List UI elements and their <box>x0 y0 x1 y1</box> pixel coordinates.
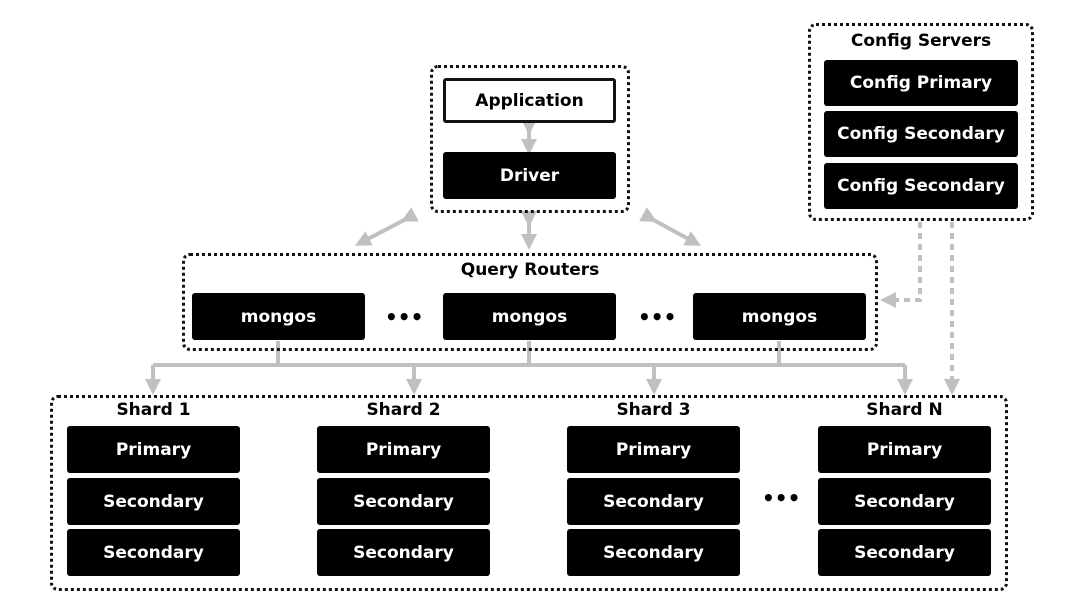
router-ellipsis: ••• <box>385 305 424 329</box>
router-ellipsis: ••• <box>638 305 677 329</box>
shard-ellipsis: ••• <box>762 486 801 510</box>
application-node: Application <box>443 78 616 123</box>
shard-title: Shard 3 <box>616 400 691 420</box>
driver-router-left-arrow <box>354 207 419 246</box>
shard-secondary-node: Secondary <box>67 478 240 525</box>
shard-secondary-node: Secondary <box>567 529 740 576</box>
shard-secondary-node: Secondary <box>317 478 490 525</box>
shard-title: Shard N <box>866 400 943 420</box>
config-secondary-node: Config Secondary <box>824 111 1018 157</box>
mongos-node: mongos <box>443 293 616 340</box>
shard-primary-node: Primary <box>567 426 740 473</box>
config-secondary-node: Config Secondary <box>824 163 1018 209</box>
shard-title: Shard 1 <box>116 400 191 420</box>
sharded-cluster-diagram: Application Driver Config Servers Config… <box>0 0 1080 593</box>
shard-primary-node: Primary <box>317 426 490 473</box>
shard-secondary-node: Secondary <box>818 529 991 576</box>
shard-title: Shard 2 <box>366 400 441 420</box>
driver-node: Driver <box>443 152 616 199</box>
mongos-node: mongos <box>192 293 365 340</box>
shard-secondary-node: Secondary <box>818 478 991 525</box>
shard-primary-node: Primary <box>67 426 240 473</box>
shard-secondary-node: Secondary <box>317 529 490 576</box>
shard-secondary-node: Secondary <box>567 478 740 525</box>
shard-secondary-node: Secondary <box>67 529 240 576</box>
config-primary-node: Config Primary <box>824 60 1018 106</box>
driver-router-right-arrow <box>639 207 702 246</box>
mongos-node: mongos <box>693 293 866 340</box>
query-routers-title: Query Routers <box>460 260 600 280</box>
config-servers-title: Config Servers <box>850 31 992 51</box>
config-links <box>880 222 960 395</box>
shard-primary-node: Primary <box>818 426 991 473</box>
